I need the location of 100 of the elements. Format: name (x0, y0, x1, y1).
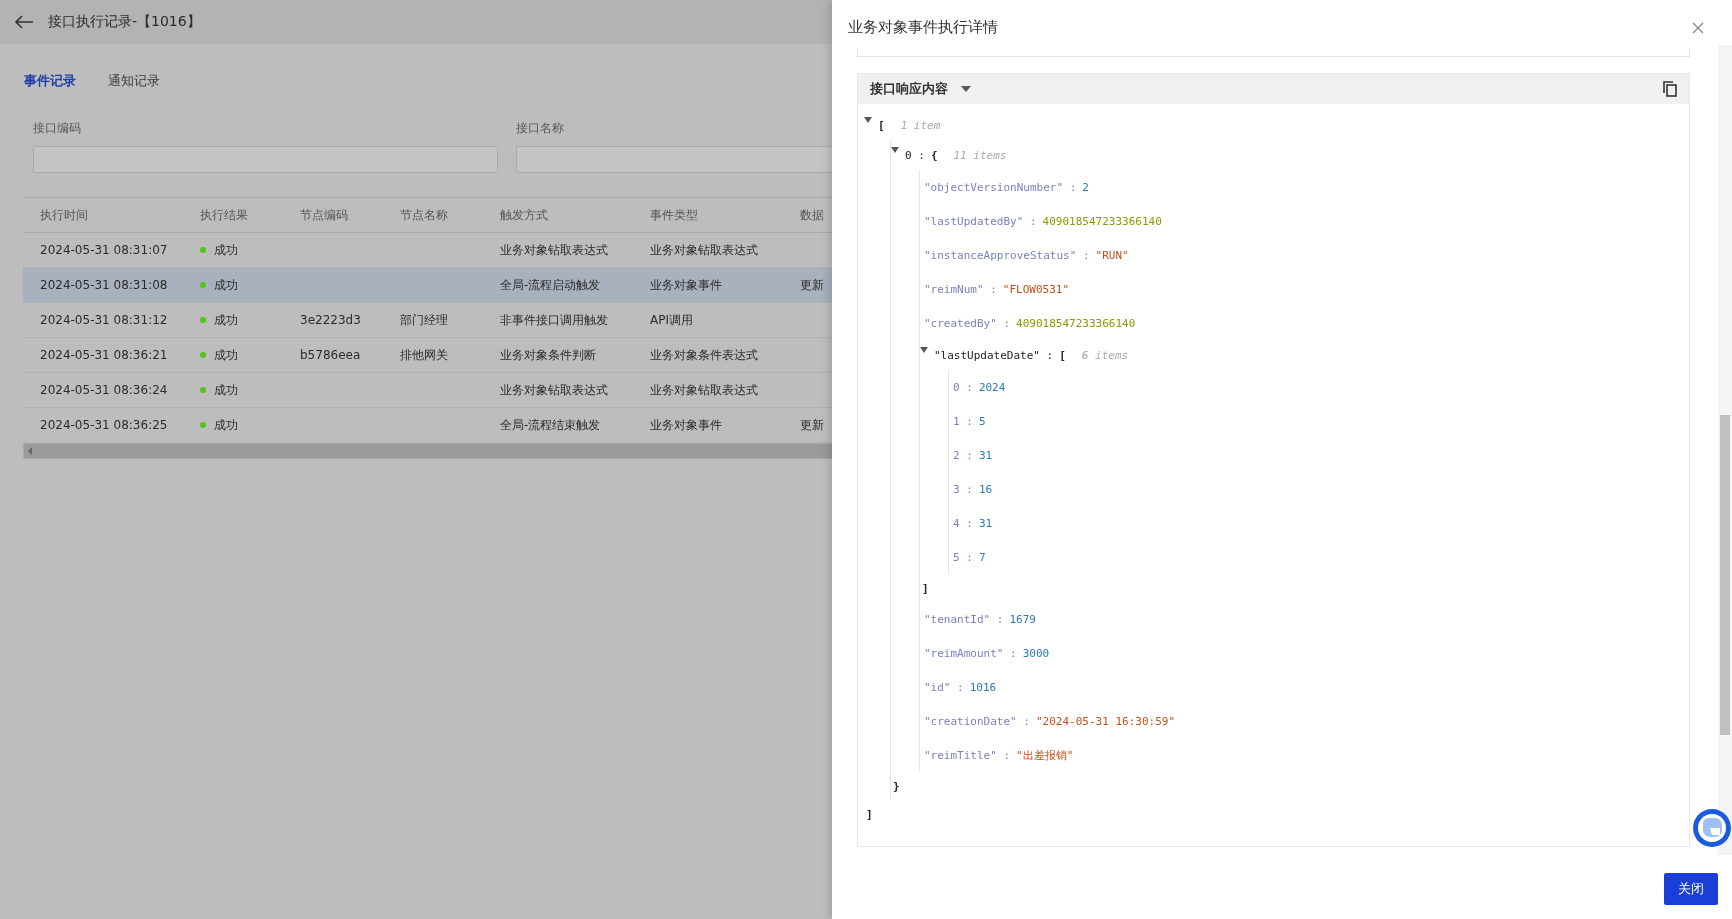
json-bracket: { (930, 148, 938, 162)
table-cell: 2024-05-31 08:31:12 (40, 313, 168, 327)
caret-icon[interactable] (960, 85, 972, 93)
json-value: 3000 (1022, 646, 1050, 660)
item-count: 11 items (953, 148, 1007, 162)
json-key: "createdBy" : (924, 316, 1011, 330)
horizontal-scrollbar[interactable] (23, 443, 832, 459)
table-row[interactable]: 2024-05-31 08:31:12 成功 3e2223d3 部门经理 非事件接口调用触发 API调用 (23, 303, 832, 338)
caret-icon[interactable] (864, 117, 872, 123)
json-key: "reimTitle" : (924, 748, 1011, 762)
table-cell: 业务对象钻取表达式 (650, 241, 758, 259)
table-cell: 2024-05-31 08:31:08 (40, 278, 168, 292)
item-count: 1 item (900, 118, 941, 132)
table-cell: 成功 (214, 416, 238, 434)
table-cell: 全局-流程启动触发 (500, 276, 601, 294)
table-cell: 业务对象钻取表达式 (500, 241, 608, 259)
json-value: 31 (978, 516, 993, 530)
table-cell: 业务对象事件 (650, 276, 722, 294)
json-value: 31 (978, 448, 993, 462)
table-cell: 成功 (214, 381, 238, 399)
table-cell: 更新 (800, 416, 824, 434)
json-key: "instanceApproveStatus" : (924, 248, 1090, 262)
drawer-title: 业务对象事件执行详情 (848, 18, 998, 37)
json-value: 7 (978, 550, 986, 564)
json-key: "lastUpdatedBy" : (924, 214, 1037, 228)
json-bracket: ] (922, 581, 929, 595)
column-header: 执行结果 (199, 206, 249, 224)
json-key: "reimNum" : (924, 282, 997, 296)
table-cell: 成功 (214, 241, 238, 259)
json-key: "objectVersionNumber" : (924, 180, 1077, 194)
json-bracket: ] (866, 807, 873, 821)
page-title: 接口执行记录-【1016】 (48, 13, 201, 31)
tab[interactable]: 通知记录 (108, 72, 160, 98)
table-cell: 2024-05-31 08:36:24 (40, 383, 168, 397)
table-cell: API调用 (650, 311, 693, 329)
json-bracket: [ (878, 118, 885, 132)
copy-icon[interactable] (1663, 81, 1677, 97)
json-value: 409018547233366140 (1016, 316, 1136, 330)
json-key: 5 : (953, 550, 973, 564)
json-value: "RUN" (1095, 248, 1129, 262)
column-header: 节点名称 (399, 206, 449, 224)
table-cell: 2024-05-31 08:31:07 (40, 243, 168, 257)
table-cell: 业务对象钻取表达式 (500, 381, 608, 399)
json-value: 16 (978, 482, 993, 496)
column-header: 触发方式 (499, 206, 549, 224)
input-field[interactable] (33, 146, 498, 173)
json-key: 0 : (905, 148, 925, 162)
input-field[interactable] (516, 146, 832, 173)
close-button[interactable]: 关闭 (1664, 873, 1718, 905)
table-cell: 成功 (214, 276, 238, 294)
table-cell: 更新 (800, 276, 824, 294)
vertical-scrollbar[interactable] (1718, 45, 1732, 855)
json-value: "2024-05-31 16:30:59" (1035, 714, 1176, 728)
field-label: 接口编码 (33, 120, 81, 137)
column-header: 执行时间 (39, 206, 89, 224)
json-key: 0 : (953, 380, 973, 394)
table-cell: 3e2223d3 (300, 313, 361, 327)
table-row[interactable]: 2024-05-31 08:31:08 成功 全局-流程启动触发 业务对象事件 更新 (23, 268, 832, 303)
json-key: 3 : (953, 482, 973, 496)
close-icon[interactable] (1692, 21, 1704, 34)
field-label: 接口名称 (516, 120, 564, 137)
section-title: 接口响应内容 (870, 80, 948, 98)
table-cell: 业务对象条件判断 (500, 346, 596, 364)
json-value: 2 (1082, 180, 1089, 194)
table-cell: 排他网关 (400, 346, 448, 364)
json-key: 4 : (953, 516, 973, 530)
json-value: 1679 (1009, 612, 1036, 626)
caret-icon[interactable] (920, 347, 928, 353)
json-value: 409018547233366140 (1042, 214, 1162, 228)
table-cell: 业务对象钻取表达式 (650, 381, 758, 399)
item-count: 6 items (1081, 348, 1129, 362)
json-value: "FLOW0531" (1002, 282, 1070, 296)
table-cell: 部门经理 (400, 311, 448, 329)
table-cell: 成功 (214, 311, 238, 329)
back-arrow-icon[interactable] (14, 15, 34, 29)
table-cell: 2024-05-31 08:36:25 (40, 418, 168, 432)
table-cell: 2024-05-31 08:36:21 (40, 348, 168, 362)
json-key: "lastUpdateDate" : (934, 348, 1054, 362)
table-row[interactable]: 2024-05-31 08:36:21 成功 b5786eea 排他网关 业务对象条件判断 业务对象条件表达式 (23, 338, 832, 373)
caret-icon[interactable] (891, 147, 899, 153)
table-row[interactable]: 2024-05-31 08:36:24 成功 业务对象钻取表达式 业务对象钻取表达式 (23, 373, 832, 408)
table-cell: 全局-流程结束触发 (500, 416, 601, 434)
column-header: 数据 (799, 206, 825, 224)
table-cell: 业务对象条件表达式 (650, 346, 758, 364)
json-key: 1 : (953, 414, 973, 428)
json-bracket: [ (1059, 348, 1066, 362)
column-header: 事件类型 (649, 206, 699, 224)
table-cell: 非事件接口调用触发 (500, 311, 608, 329)
table-cell: 业务对象事件 (650, 416, 722, 434)
column-header: 节点编码 (299, 206, 349, 224)
table-cell: 成功 (214, 346, 238, 364)
json-value: 5 (978, 414, 986, 428)
json-bracket: } (893, 779, 900, 793)
json-key: "tenantId" : (924, 612, 1004, 626)
chat-bubble-icon[interactable] (1692, 808, 1732, 848)
json-key: "reimAmount" : (924, 646, 1017, 660)
json-key: "creationDate" : (924, 714, 1030, 728)
json-key: 2 : (953, 448, 973, 462)
json-value: 2024 (978, 380, 1006, 394)
json-value: 1016 (969, 680, 997, 694)
